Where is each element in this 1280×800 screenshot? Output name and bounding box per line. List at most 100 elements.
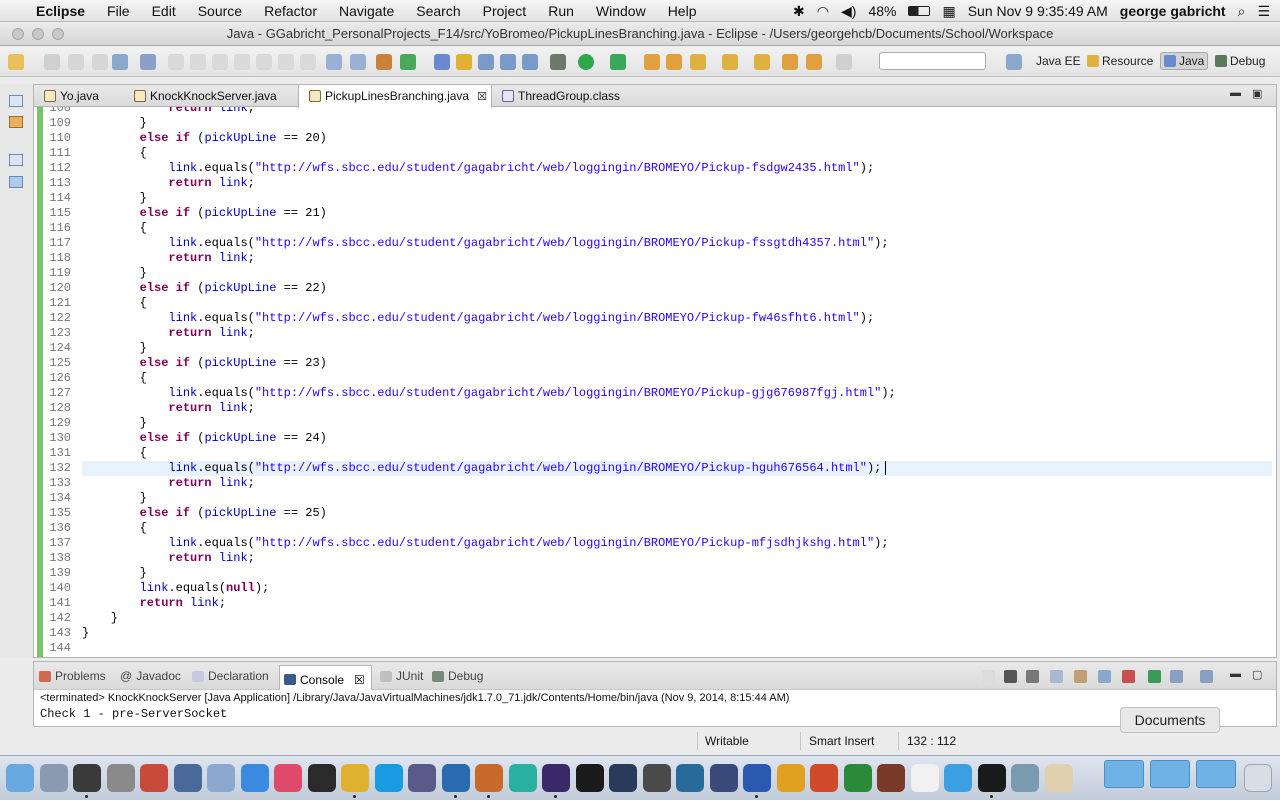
code-line[interactable]: }	[82, 611, 118, 625]
menu-source[interactable]: Source	[187, 3, 253, 19]
code-line[interactable]: {	[82, 296, 147, 310]
app-store-icon[interactable]	[240, 764, 269, 792]
photo-icon[interactable]	[1011, 764, 1039, 792]
downloads-folder-icon[interactable]	[1196, 760, 1236, 788]
resume-icon[interactable]	[168, 54, 184, 70]
scroll-lock-icon[interactable]	[1074, 670, 1087, 683]
tab-knockknockserver-java[interactable]: KnockKnockServer.java	[124, 85, 294, 107]
console-output[interactable]: Check 1 - pre-ServerSocket	[40, 707, 227, 721]
last-edit-location-icon[interactable]	[782, 54, 798, 70]
code-line[interactable]: return link;	[82, 401, 254, 415]
new-java-class-icon[interactable]	[400, 54, 416, 70]
close-tab-icon[interactable]: ☒	[477, 91, 487, 103]
step-over-icon[interactable]	[278, 54, 294, 70]
perspective-debug[interactable]: Debug	[1215, 54, 1265, 68]
clock[interactable]: Sun Nov 9 9:35:49 AM	[968, 3, 1108, 19]
debug-icon[interactable]	[550, 54, 566, 70]
excel-icon[interactable]	[843, 764, 872, 792]
perspective-java[interactable]: Java	[1160, 52, 1209, 70]
toggle-mark-icon[interactable]	[478, 54, 494, 70]
back-icon[interactable]	[806, 54, 822, 70]
code-editor[interactable]: 108 return link; 109 } 110 else if (pickUp…	[34, 107, 1276, 657]
new-java-package-icon[interactable]	[376, 54, 392, 70]
code-line[interactable]: {	[82, 371, 147, 385]
remove-launch-icon[interactable]	[1004, 670, 1017, 683]
remove-all-icon[interactable]	[1026, 670, 1039, 683]
powerpoint-icon[interactable]	[810, 764, 838, 792]
tab-declaration[interactable]: Declaration	[192, 669, 269, 683]
code-line[interactable]: {	[82, 221, 147, 235]
step-return-icon[interactable]	[300, 54, 316, 70]
tab-problems[interactable]: Problems	[39, 669, 106, 683]
maximize-editor-icon[interactable]: ▣	[1252, 87, 1262, 100]
maximize-panel-icon[interactable]: ▢	[1252, 668, 1262, 681]
run-icon[interactable]	[578, 54, 594, 70]
menu-app-name[interactable]: Eclipse	[25, 3, 96, 19]
menu-navigate[interactable]: Navigate	[328, 3, 405, 19]
suspend-icon[interactable]	[190, 54, 206, 70]
code-line[interactable]: {	[82, 521, 147, 535]
perspective-resource[interactable]: Resource	[1087, 54, 1153, 68]
code-line[interactable]: link.equals("http://wfs.sbcc.edu/student…	[82, 311, 874, 325]
terminal-icon[interactable]	[977, 764, 1006, 792]
search-icon[interactable]	[456, 54, 472, 70]
itunes-icon[interactable]	[274, 764, 302, 792]
code-line[interactable]: }	[82, 416, 147, 430]
word-icon[interactable]	[743, 764, 771, 792]
word-wrap-icon[interactable]	[1098, 670, 1111, 683]
disconnect-icon[interactable]	[234, 54, 250, 70]
step-into-icon[interactable]	[256, 54, 272, 70]
code-line[interactable]: link.equals("http://wfs.sbcc.edu/student…	[82, 236, 888, 250]
minimize-panel-icon[interactable]: ▬	[1230, 668, 1241, 680]
package-explorer-icon[interactable]	[9, 116, 23, 128]
screenshot-icon[interactable]	[709, 764, 738, 792]
spotlight-icon[interactable]: ⌕	[1238, 3, 1246, 20]
network-utility-icon[interactable]	[207, 764, 235, 792]
drop-to-frame-icon[interactable]	[326, 54, 342, 70]
code-line[interactable]: return link;	[82, 107, 254, 115]
code-line[interactable]: }	[82, 566, 147, 580]
code-line[interactable]: else if (pickUpLine == 21)	[82, 206, 327, 220]
toggle-block-icon[interactable]	[500, 54, 516, 70]
close-window-button[interactable]	[12, 28, 24, 40]
code-line[interactable]: }	[82, 266, 147, 280]
steam-icon[interactable]	[609, 764, 637, 792]
battery-percent[interactable]: 48%	[868, 3, 896, 19]
tab-javadoc[interactable]: @ Javadoc	[120, 669, 181, 683]
pin-console-icon[interactable]	[1148, 670, 1161, 683]
tab-yo-java[interactable]: Yo.java	[34, 85, 116, 107]
open-folder-icon[interactable]	[644, 54, 660, 70]
restore-icon[interactable]	[9, 154, 23, 166]
code-line[interactable]: link.equals(null);	[82, 581, 270, 595]
skype-icon[interactable]	[374, 764, 403, 792]
documents-folder-icon[interactable]	[1150, 760, 1190, 788]
minimize-editor-icon[interactable]: ▬	[1230, 87, 1241, 99]
menu-search[interactable]: Search	[405, 3, 471, 19]
tab-pickuplinesbranching-java[interactable]: PickupLinesBranching.java ☒	[298, 85, 492, 108]
show-on-output-icon[interactable]	[1122, 670, 1135, 683]
status-insert-mode[interactable]: Smart Insert	[809, 734, 874, 748]
menu-help[interactable]: Help	[657, 3, 708, 19]
new-icon[interactable]	[8, 54, 24, 70]
menu-refactor[interactable]: Refactor	[253, 3, 328, 19]
code-line[interactable]: }	[82, 191, 147, 205]
wifi-icon[interactable]: ◠	[817, 3, 829, 20]
quick-access-input[interactable]	[879, 52, 986, 70]
menu-project[interactable]: Project	[472, 3, 538, 19]
tool-icon[interactable]	[642, 764, 671, 792]
tab-threadgroup-class[interactable]: ThreadGroup.class	[492, 85, 632, 107]
menu-window[interactable]: Window	[585, 3, 657, 19]
tab-junit[interactable]: JUnit	[380, 669, 423, 683]
display-console-icon[interactable]	[1170, 670, 1183, 683]
code-line[interactable]: else if (pickUpLine == 20)	[82, 131, 327, 145]
outlook-icon[interactable]	[776, 764, 805, 792]
code-line[interactable]: }	[82, 626, 89, 640]
quicktime-icon[interactable]	[441, 764, 470, 792]
print-enabled-icon[interactable]	[112, 54, 128, 70]
skip-breakpoints-icon[interactable]	[140, 54, 156, 70]
activity-monitor-icon[interactable]	[73, 764, 101, 792]
books-icon[interactable]	[877, 764, 905, 792]
code-line[interactable]: return link;	[82, 326, 254, 340]
system-preferences-icon[interactable]	[106, 764, 135, 792]
code-line[interactable]: return link;	[82, 551, 254, 565]
